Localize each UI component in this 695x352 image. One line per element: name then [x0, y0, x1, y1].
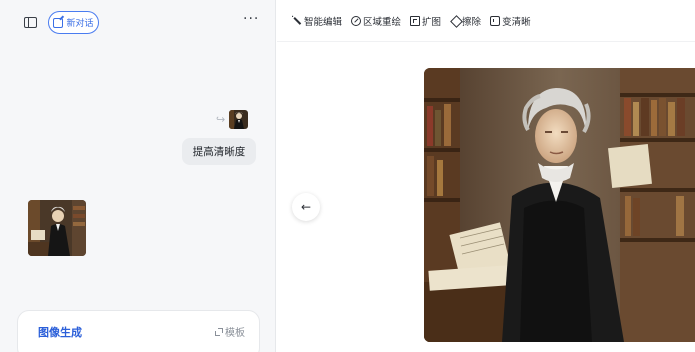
tool-expand-image[interactable]: 扩图 [410, 14, 441, 28]
card-title: 图像生成 [38, 326, 82, 339]
user-message-bubble: 提高清晰度 [182, 138, 256, 165]
main-image-preview[interactable] [424, 68, 695, 342]
tool-erase[interactable]: 擦除 [450, 14, 481, 28]
tool-label: 扩图 [422, 17, 442, 28]
expand-icon [215, 327, 223, 336]
new-chat-label: 新对话 [66, 19, 94, 29]
user-message-text: 提高清晰度 [192, 146, 246, 158]
tool-area-redraw[interactable]: 区域重绘 [351, 14, 401, 28]
template-link[interactable]: 模板 [215, 324, 245, 339]
brush-icon [351, 16, 362, 26]
tool-label: 智能编辑 [304, 17, 343, 28]
tool-smart-edit[interactable]: 智能编辑 [291, 12, 343, 28]
result-image-thumbnail[interactable] [28, 200, 86, 256]
tool-label: 区域重绘 [363, 17, 402, 28]
hd-icon [490, 16, 501, 26]
more-options-icon[interactable]: ··· [243, 12, 259, 26]
edit-toolbar: 智能编辑 区域重绘 扩图 擦除 变清晰 [291, 12, 531, 28]
edit-icon [53, 17, 64, 28]
tool-enhance-clarity[interactable]: 变清晰 [490, 14, 531, 28]
expand-icon [410, 16, 421, 26]
tool-label: 变清晰 [502, 17, 531, 28]
new-chat-button[interactable]: 新对话 [48, 11, 99, 34]
template-label: 模板 [225, 328, 245, 339]
toolbar-divider [277, 41, 695, 42]
chat-panel: 新对话 ··· ↪ 提高清晰度 图像生成 模板 [0, 0, 276, 352]
attached-image-thumbnail[interactable] [229, 110, 248, 129]
image-generation-card[interactable]: 图像生成 模板 [17, 310, 260, 352]
tool-label: 擦除 [462, 17, 482, 28]
reply-arrow-icon: ↪ [216, 113, 226, 126]
sidebar-toggle-icon[interactable] [24, 17, 37, 28]
eraser-icon [450, 16, 460, 26]
magic-wand-icon [291, 12, 302, 26]
back-button[interactable]: ← [292, 193, 320, 221]
